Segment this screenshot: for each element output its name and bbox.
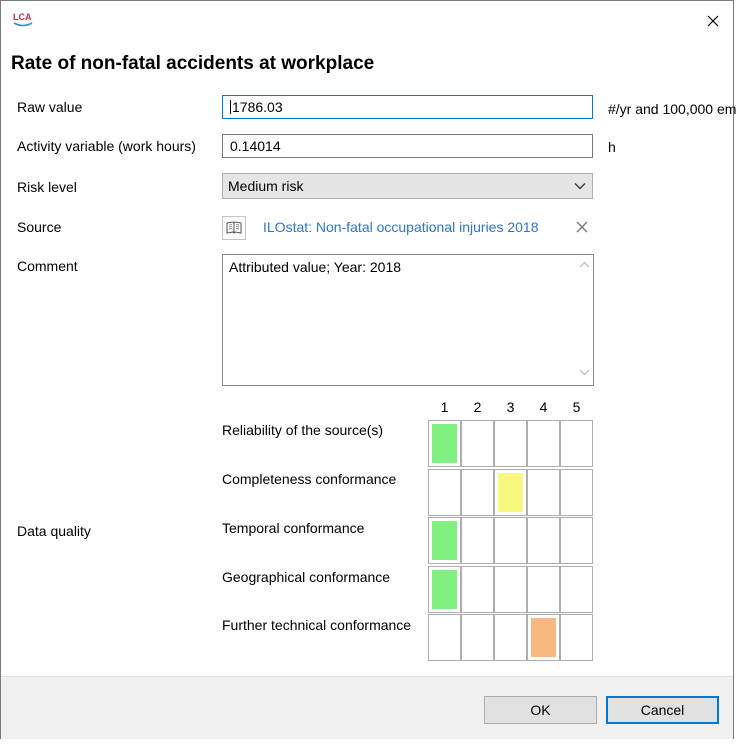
dq-score-fill [432,570,457,609]
raw-value-label: Raw value [17,99,83,115]
raw-value-text: 1786.03 [232,99,283,115]
dialog-content: Rate of non-fatal accidents at workplace… [1,41,737,676]
dq-cell[interactable] [461,420,494,467]
dq-cell[interactable] [560,469,593,516]
dq-cell[interactable] [461,517,494,564]
dq-cell[interactable] [527,566,560,613]
remove-icon[interactable] [575,220,589,234]
dq-column-5: 5 [572,399,581,415]
title-bar: LCA [1,1,733,41]
dq-score-fill [498,473,523,512]
lca-app-icon: LCA [12,10,34,28]
dq-cell[interactable] [461,614,494,661]
dq-cell[interactable] [560,517,593,564]
dq-cell[interactable] [494,517,527,564]
book-icon[interactable] [222,216,246,240]
comment-scrollbar[interactable] [576,255,593,385]
dq-cell[interactable] [560,614,593,661]
dq-cell[interactable] [494,614,527,661]
chevron-down-icon [574,183,586,190]
dq-cell[interactable] [494,420,527,467]
dq-cell[interactable] [428,614,461,661]
scroll-down-icon[interactable] [579,368,590,376]
dq-column-2: 2 [473,399,482,415]
risk-level-value: Medium risk [228,178,304,194]
dq-cell[interactable] [428,517,461,564]
dialog-footer: OK Cancel [1,676,733,739]
dq-score-fill [432,424,457,463]
dq-cell[interactable] [527,469,560,516]
activity-variable-label: Activity variable (work hours) [17,138,196,154]
activity-variable-input[interactable]: 0.14014 [222,134,593,158]
dq-cell[interactable] [560,420,593,467]
indicator-dialog: LCA Rate of non-fatal accidents at workp… [0,0,737,739]
raw-value-unit: #/yr and 100,000 em [608,101,737,117]
dq-row-label: Temporal conformance [222,520,365,536]
comment-textarea[interactable]: Attributed value; Year: 2018 [222,254,594,386]
dq-cell[interactable] [428,566,461,613]
dialog-title: Rate of non-fatal accidents at workplace [11,53,375,74]
dq-cell[interactable] [494,566,527,613]
dq-cell[interactable] [527,614,560,661]
dq-row-label: Reliability of the source(s) [222,422,384,438]
data-quality-label: Data quality [17,523,91,539]
dq-column-1: 1 [440,399,449,415]
dq-cell[interactable] [527,517,560,564]
risk-level-select[interactable]: Medium risk [222,173,593,199]
dq-cell[interactable] [461,566,494,613]
dq-cell[interactable] [428,469,461,516]
risk-level-label: Risk level [17,179,77,195]
activity-variable-text: 0.14014 [230,138,281,154]
source-link[interactable]: ILOstat: Non-fatal occupational injuries… [263,219,539,235]
dq-cell[interactable] [560,566,593,613]
dq-cell[interactable] [494,469,527,516]
svg-text:LCA: LCA [13,12,32,22]
dq-cell[interactable] [428,420,461,467]
dq-score-fill [531,618,556,657]
ok-button[interactable]: OK [484,696,597,724]
cancel-button[interactable]: Cancel [606,696,719,724]
dq-row-label: Further technical conformance [222,617,412,633]
comment-text: Attributed value; Year: 2018 [229,259,402,275]
dq-row-label: Geographical conformance [222,569,391,585]
dq-score-fill [432,521,457,560]
close-icon[interactable] [702,10,724,32]
dq-cell[interactable] [461,469,494,516]
dq-column-4: 4 [539,399,548,415]
dq-cell[interactable] [527,420,560,467]
source-label: Source [17,219,62,235]
text-caret [230,100,231,114]
scroll-up-icon[interactable] [579,261,590,269]
comment-label: Comment [17,258,78,274]
dq-column-3: 3 [506,399,515,415]
activity-variable-unit: h [608,139,616,155]
background-window-edge-bottom [0,740,741,748]
raw-value-input[interactable]: 1786.03 [222,95,593,119]
dq-row-label: Completeness conformance [222,471,397,487]
